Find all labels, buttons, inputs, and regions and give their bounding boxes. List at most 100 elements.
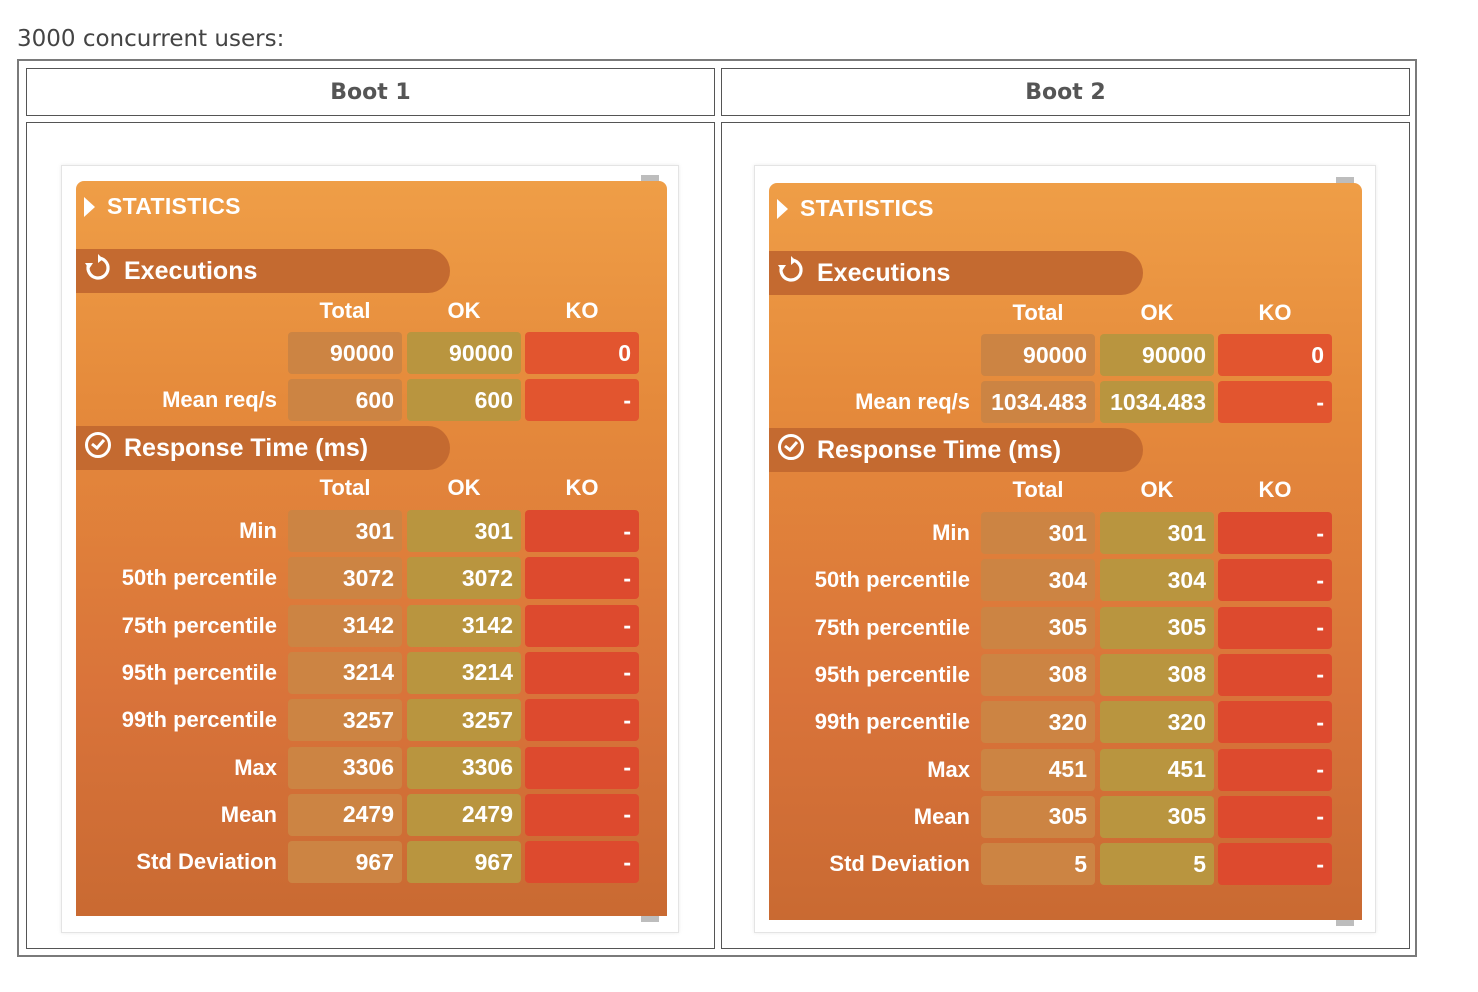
executions-section-header: Executions [769,251,1143,295]
response-time-ok-value: 3142 [407,604,521,647]
row-label: Mean [913,803,970,829]
response-time-ko-value: - [525,746,639,789]
response-time-total-value: 301 [981,512,1095,554]
executions-total-value: 600 [288,379,402,421]
response-time-ko-value: - [1218,606,1332,649]
refresh-icon [84,253,112,289]
executions-total-value: 90000 [288,332,402,374]
executions-title: Executions [817,258,951,287]
row-label: 50th percentile [814,567,970,593]
response-time-ok-value: 320 [1100,701,1214,744]
clock-icon [777,433,805,468]
response-time-total-value: 3257 [288,699,402,742]
response-time-col-ok: OK [1140,477,1174,502]
response-time-col-total: Total [319,475,371,500]
executions-section-header: Executions [76,249,450,293]
row-label: 75th percentile [814,614,970,640]
response-time-total-value: 304 [981,559,1095,602]
row-label: Max [927,756,970,782]
executions-ko-value: 0 [525,332,639,374]
response-time-ko-value: - [525,557,639,600]
response-time-ko-value: - [1218,559,1332,602]
response-time-ko-value: - [525,510,639,552]
statistics-title-label: STATISTICS [107,193,241,219]
expand-triangle-icon [777,198,788,219]
response-time-total-value: 967 [288,841,402,884]
statistics-title[interactable]: STATISTICS [84,193,241,220]
row-label: 99th percentile [814,709,970,735]
statistics-title-label: STATISTICS [800,195,934,221]
response-time-ok-value: 967 [407,841,521,884]
row-label: Mean req/s [162,387,277,412]
response-time-ok-value: 3072 [407,557,521,600]
response-time-total-value: 320 [981,701,1095,744]
executions-ko-value: - [525,379,639,421]
clock-icon [84,431,112,466]
row-label: Min [239,518,277,543]
response-time-total-value: 5 [981,843,1095,886]
response-time-title: Response Time (ms) [817,435,1062,464]
statistics-title[interactable]: STATISTICS [777,195,934,222]
response-time-col-total: Total [1012,477,1064,502]
response-time-total-value: 3072 [288,557,402,600]
row-label: Std Deviation [829,851,970,877]
response-time-total-value: 3306 [288,746,402,789]
response-time-ok-value: 304 [1100,559,1214,602]
response-time-ko-value: - [1218,748,1332,791]
executions-col-total: Total [1012,300,1064,325]
response-time-total-value: 451 [981,748,1095,791]
response-time-ok-value: 308 [1100,653,1214,696]
page-heading: 3000 concurrent users: [17,26,285,52]
executions-total-value: 90000 [981,334,1095,376]
row-label: 50th percentile [121,565,277,591]
row-label: Std Deviation [136,849,277,875]
executions-col-total: Total [319,298,371,323]
response-time-ok-value: 3306 [407,746,521,789]
executions-ok-value: 90000 [1100,334,1214,376]
response-time-total-value: 3142 [288,604,402,647]
response-time-ok-value: 2479 [407,793,521,836]
response-time-ok-value: 301 [1100,512,1214,554]
response-time-ko-value: - [1218,701,1332,744]
row-label: Mean [220,801,277,827]
response-time-total-value: 305 [981,795,1095,838]
response-time-ok-value: 305 [1100,606,1214,649]
executions-col-ko: KO [1258,300,1292,325]
response-time-ok-value: 451 [1100,748,1214,791]
response-time-total-value: 2479 [288,793,402,836]
row-label: 95th percentile [121,659,277,685]
statistics-panel: STATISTICS Executions Total OK KO 90000 90000 0… [76,181,667,916]
refresh-icon [777,255,805,291]
row-label: 95th percentile [814,661,970,687]
executions-ok-value: 90000 [407,332,521,374]
response-time-ok-value: 5 [1100,843,1214,886]
response-time-ko-value: - [1218,795,1332,838]
executions-col-ko: KO [565,298,599,323]
response-time-col-ok: OK [447,475,481,500]
executions-title: Executions [124,256,258,285]
statistics-panel: STATISTICS Executions Total OK KO 90000 90000 0… [769,183,1362,920]
response-time-ko-value: - [525,793,639,836]
response-time-section-header: Response Time (ms) [769,428,1143,472]
response-time-total-value: 308 [981,653,1095,696]
expand-triangle-icon [84,196,95,217]
response-time-ok-value: 3257 [407,699,521,742]
response-time-total-value: 305 [981,606,1095,649]
response-time-ko-value: - [525,841,639,884]
response-time-ko-value: - [1218,843,1332,886]
response-time-total-value: 301 [288,510,402,552]
executions-col-ok: OK [1140,300,1174,325]
response-time-ko-value: - [1218,653,1332,696]
row-label: Max [234,754,277,780]
row-label: 99th percentile [121,707,277,733]
row-label: Mean req/s [855,389,970,414]
executions-ok-value: 1034.483 [1100,381,1214,423]
response-time-ok-value: 3214 [407,651,521,694]
executions-ko-value: - [1218,381,1332,423]
response-time-ko-value: - [1218,512,1332,554]
response-time-ok-value: 305 [1100,795,1214,838]
response-time-col-ko: KO [1258,477,1292,502]
executions-total-value: 1034.483 [981,381,1095,423]
row-label: 75th percentile [121,612,277,638]
column-header-boot-2: Boot 2 [721,68,1410,116]
